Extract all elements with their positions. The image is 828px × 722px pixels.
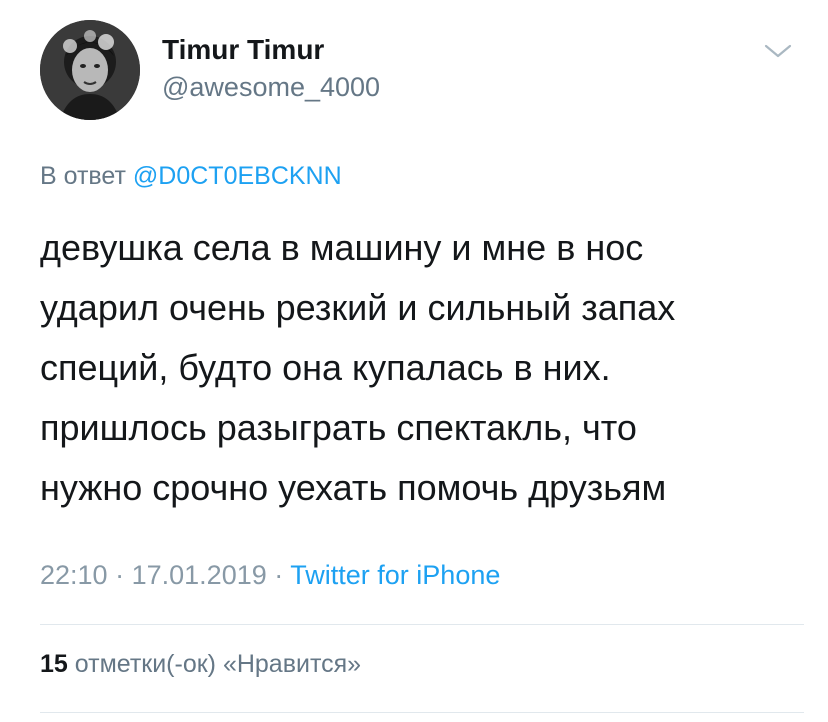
tweet-line: пришлось разыграть спектакль, что — [40, 407, 637, 448]
tweet-text: девушка села в машину и мне в нос ударил… — [40, 218, 800, 518]
likes-count: 15 — [40, 650, 68, 678]
reply-context: В ответ @D0CT0EBCKNN — [40, 162, 342, 191]
reply-mention-link[interactable]: @D0CT0EBCKNN — [133, 162, 342, 190]
author-name[interactable]: Timur Timur — [162, 34, 324, 66]
tweet-meta: 22:10 · 17.01.2019 · Twitter for iPhone — [40, 560, 500, 591]
tweet-source-link[interactable]: Twitter for iPhone — [290, 560, 500, 590]
tweet-line: ударил очень резкий и сильный запах — [40, 287, 676, 328]
likes-link[interactable]: 15 отметки(-ок) «Нравится» — [40, 650, 361, 679]
meta-separator: · — [274, 560, 284, 590]
chevron-down-icon[interactable] — [763, 40, 793, 62]
tweet-line: нужно срочно уехать помочь друзьям — [40, 467, 667, 508]
tweet-time: 22:10 — [40, 560, 108, 590]
divider — [40, 624, 804, 625]
divider — [40, 712, 804, 713]
likes-label: отметки(-ок) «Нравится» — [74, 650, 362, 678]
tweet-date: 17.01.2019 — [131, 560, 267, 590]
avatar[interactable] — [40, 20, 140, 120]
tweet-line: девушка села в машину и мне в нос — [40, 227, 644, 268]
reply-prefix: В ответ — [40, 162, 126, 190]
tweet-line: специй, будто она купалась в них. — [40, 347, 611, 388]
meta-separator: · — [115, 560, 125, 590]
author-handle[interactable]: @awesome_4000 — [162, 72, 380, 103]
